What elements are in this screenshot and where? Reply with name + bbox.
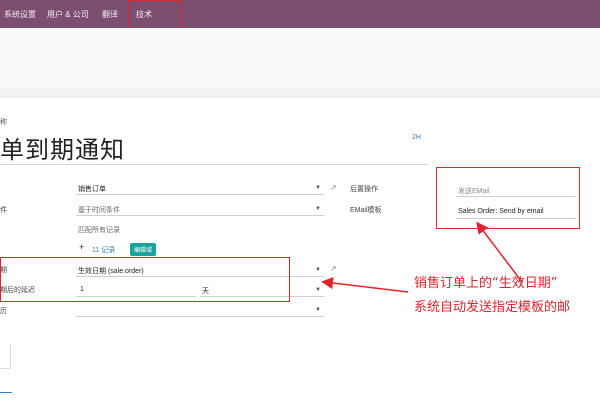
annotation-line-2: 系统自动发送指定模板的邮 bbox=[414, 300, 571, 315]
arrow-to-date-field bbox=[321, 277, 409, 293]
bottom-link-stub bbox=[0, 392, 12, 393]
annotation-line-1: 销售订单上的“生效日期” bbox=[414, 276, 558, 291]
annotation-arrows bbox=[321, 221, 523, 293]
chatter-stub bbox=[0, 344, 11, 369]
